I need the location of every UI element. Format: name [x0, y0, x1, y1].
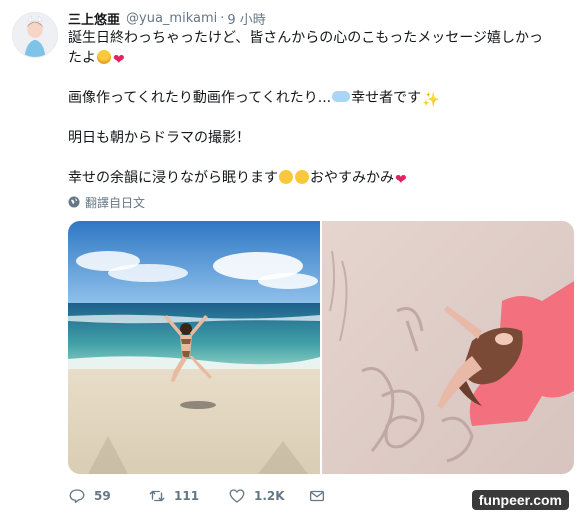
retweet-count: 111 [174, 489, 200, 503]
tweet-text: 誕生日終わっちゃったけど、皆さんからの心のこもったメッセージ嬉しかっ たよ ❤ 画… [68, 28, 558, 188]
photo-beach-jump[interactable] [68, 221, 320, 474]
reply-count: 59 [94, 489, 111, 503]
globe-icon [68, 196, 80, 208]
tweet-line-text: 幸せの余韻に浸りながら眠ります [68, 170, 278, 186]
photo-sand-writing[interactable] [322, 221, 574, 474]
timestamp[interactable]: 9 小時 [227, 9, 265, 28]
tweet-line: 誕生日終わっちゃったけど、皆さんからの心のこもったメッセージ嬉しかっ [68, 28, 558, 48]
tweet-line-text: 画像作ってくれたり動画作ってくれたり... [68, 90, 332, 106]
smiling-face-emoji-icon [97, 50, 111, 64]
sleepy-face-emoji-icon [279, 170, 293, 184]
translate-label[interactable]: 翻譯自日文 [85, 194, 145, 211]
user-handle[interactable]: @yua_mikami [126, 11, 217, 26]
avatar[interactable] [12, 12, 58, 58]
watermark: funpeer.com [471, 490, 569, 510]
display-name[interactable]: 三上悠亜 [68, 9, 120, 28]
media-grid [68, 221, 574, 474]
tweet-line: 幸せの余韻に浸りながら眠ります おやすみかみ❤ [68, 168, 558, 188]
sparkles-emoji-icon: ✨ [422, 92, 440, 108]
tweet-line: たよ ❤ [68, 48, 558, 68]
heart-emoji-icon: ❤ [113, 52, 125, 68]
speech-cloud-emoji-icon [332, 91, 351, 102]
tweet-line-text: たよ [68, 50, 96, 66]
tweet-line-text: 誕生日終わっちゃったけど、皆さんからの心のこもったメッセージ嬉しかっ [68, 30, 544, 46]
heart-emoji-icon: ❤ [395, 172, 407, 188]
translate-link[interactable]: 翻譯自日文 [68, 194, 145, 210]
retweet-icon [149, 490, 165, 502]
like-icon [229, 489, 245, 503]
tweet-header: 三上悠亜 @yua_mikami · 9 小時 [68, 8, 266, 28]
like-count: 1.2K [254, 489, 285, 503]
direct-message-button[interactable] [308, 487, 334, 505]
reply-icon [69, 489, 85, 504]
tweet-line-text: 幸せ者です [351, 90, 422, 106]
like-button[interactable]: 1.2K [228, 487, 308, 505]
tweet-actions: 59 111 1.2K [68, 486, 334, 506]
retweet-button[interactable]: 111 [148, 487, 228, 505]
tweet-line: 明日も朝からドラマの撮影！ [68, 128, 558, 148]
tweet-line-text: 明日も朝からドラマの撮影！ [68, 130, 250, 146]
sleepy-face-emoji-icon [295, 170, 309, 184]
tweet[interactable]: 三上悠亜 @yua_mikami · 9 小時 誕生日終わっちゃったけど、皆さん… [0, 0, 579, 516]
tweet-line-text: おやすみかみ [310, 170, 394, 186]
separator-dot: · [220, 10, 225, 26]
dm-icon [309, 490, 325, 502]
tweet-line: 画像作ってくれたり動画作ってくれたり... 幸せ者です✨ [68, 88, 558, 108]
reply-button[interactable]: 59 [68, 487, 148, 505]
